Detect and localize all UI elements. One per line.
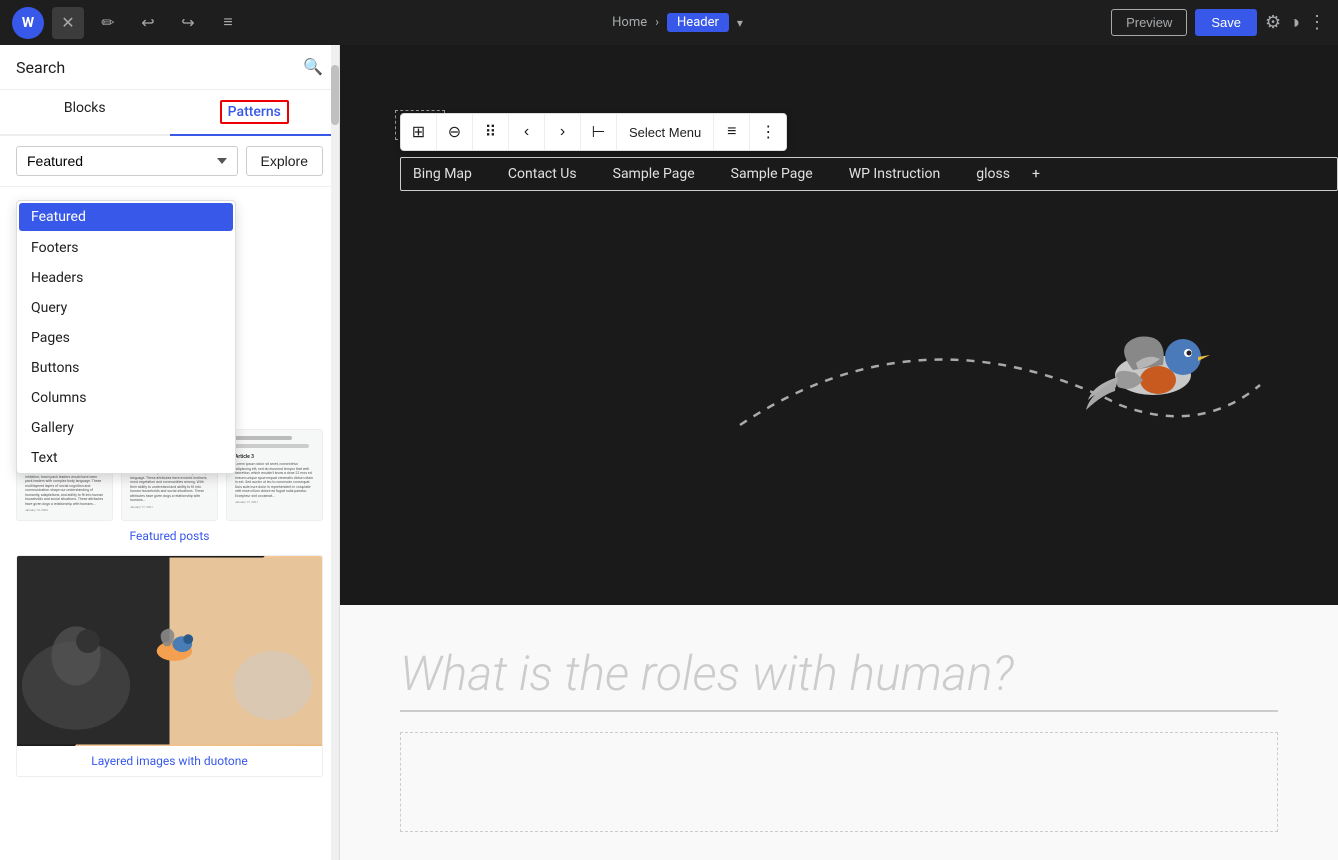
dropdown-item-columns[interactable]: Columns — [17, 383, 235, 413]
layered-images-preview — [17, 556, 322, 746]
top-bar-right: Preview Save ⚙ ◑ ⋮ — [1111, 9, 1326, 36]
featured-posts-label[interactable]: Featured posts — [16, 529, 323, 543]
nav-item-contact-us[interactable]: Contact Us — [490, 166, 595, 182]
layered-images-card[interactable]: Layered images with duotone — [16, 555, 323, 777]
edit-button[interactable]: ✏ — [92, 7, 124, 39]
top-bar-left: W ✕ ✏ ↩ ↪ ≡ — [12, 7, 244, 39]
dropdown-item-buttons[interactable]: Buttons — [17, 353, 235, 383]
tab-blocks[interactable]: Blocks — [0, 90, 170, 136]
canvas-dark-area: ⊞ ⊖ ⠿ ‹ › ⊢ Select Menu ≡ ⋮ Bing Map Con… — [340, 45, 1338, 605]
nav-item-wp-instruction[interactable]: WP Instruction — [831, 166, 959, 182]
sidebar-scrollbar[interactable] — [331, 45, 339, 860]
layered-images-label: Layered images with duotone — [17, 754, 322, 768]
breadcrumb: Home › Header ▾ — [612, 13, 743, 32]
main-layout: Search 🔍 Blocks Patterns Featured Footer… — [0, 45, 1338, 860]
breadcrumb-separator: › — [655, 15, 659, 30]
canvas[interactable]: ⊞ ⊖ ⠿ ‹ › ⊢ Select Menu ≡ ⋮ Bing Map Con… — [340, 45, 1338, 860]
dropdown-item-headers[interactable]: Headers — [17, 263, 235, 293]
card-3: Article 3 Lorem ipsum dolor sit amet, co… — [226, 429, 323, 521]
nav-add-button[interactable]: + — [1032, 166, 1040, 182]
dropdown-item-gallery[interactable]: Gallery — [17, 413, 235, 443]
dotted-content-box — [400, 732, 1278, 832]
home-link[interactable]: Home — [612, 15, 647, 30]
nav-item-sample-page-1[interactable]: Sample Page — [595, 166, 713, 182]
transform-button[interactable]: ⊞ — [401, 114, 437, 150]
navigate-left[interactable]: ‹ — [509, 114, 545, 150]
header-badge[interactable]: Header — [667, 13, 729, 32]
nav-bar: Bing Map Contact Us Sample Page Sample P… — [400, 157, 1338, 191]
lower-heading: What is the roles with human? — [400, 645, 1278, 712]
top-bar: W ✕ ✏ ↩ ↪ ≡ Home › Header ▾ Preview Save… — [0, 0, 1338, 45]
select-menu-button[interactable]: Select Menu — [617, 114, 714, 150]
dropdown-menu: Featured Footers Headers Query Pages But… — [16, 200, 236, 474]
block-type-button[interactable]: ⊖ — [437, 114, 473, 150]
dropdown-item-query[interactable]: Query — [17, 293, 235, 323]
navigate-right[interactable]: › — [545, 114, 581, 150]
redo-button[interactable]: ↪ — [172, 7, 204, 39]
search-button[interactable]: 🔍 — [303, 57, 323, 77]
patterns-tab-label: Patterns — [220, 100, 289, 124]
wordpress-logo[interactable]: W — [12, 7, 44, 39]
sidebar-scroll[interactable]: What is the roles with human? Selected c… — [0, 417, 339, 860]
dropdown-item-pages[interactable]: Pages — [17, 323, 235, 353]
scrollbar-thumb[interactable] — [331, 65, 339, 125]
nav-item-bing-map[interactable]: Bing Map — [413, 166, 490, 182]
sidebar: Search 🔍 Blocks Patterns Featured Footer… — [0, 45, 340, 860]
explore-button[interactable]: Explore — [246, 146, 323, 176]
chevron-down-icon[interactable]: ▾ — [737, 16, 743, 30]
nav-item-sample-page-2[interactable]: Sample Page — [713, 166, 831, 182]
undo-button[interactable]: ↩ — [132, 7, 164, 39]
save-button[interactable]: Save — [1195, 9, 1257, 36]
close-button[interactable]: ✕ — [52, 7, 84, 39]
nav-item-gloss[interactable]: gloss — [958, 166, 1028, 182]
lower-content-area: What is the roles with human? — [340, 605, 1338, 860]
more-options-toolbar[interactable]: ⋮ — [750, 114, 786, 150]
search-area: Search 🔍 — [0, 45, 339, 90]
list-view-button[interactable]: ≡ — [212, 7, 244, 39]
category-select[interactable]: Featured Footers Headers Query Pages But… — [16, 146, 238, 176]
dropdown-item-footers[interactable]: Footers — [17, 233, 235, 263]
justify-button[interactable]: ≡ — [714, 114, 750, 150]
align-button[interactable]: ⊢ — [581, 114, 617, 150]
settings-icon[interactable]: ⚙ — [1265, 12, 1281, 33]
more-options-icon[interactable]: ⋮ — [1308, 12, 1326, 33]
drag-handle[interactable]: ⠿ — [473, 114, 509, 150]
tab-patterns[interactable]: Patterns — [170, 90, 340, 136]
preview-button[interactable]: Preview — [1111, 9, 1187, 36]
dropdown-item-featured[interactable]: Featured — [19, 203, 233, 231]
dropdown-row: Featured Footers Headers Query Pages But… — [0, 136, 339, 187]
dropdown-item-text[interactable]: Text — [17, 443, 235, 473]
bird-illustration — [1078, 315, 1218, 425]
theme-icon[interactable]: ◑ — [1289, 12, 1300, 33]
block-toolbar: ⊞ ⊖ ⠿ ‹ › ⊢ Select Menu ≡ ⋮ — [400, 113, 787, 151]
search-label: Search — [16, 58, 65, 77]
tab-row: Blocks Patterns — [0, 90, 339, 136]
